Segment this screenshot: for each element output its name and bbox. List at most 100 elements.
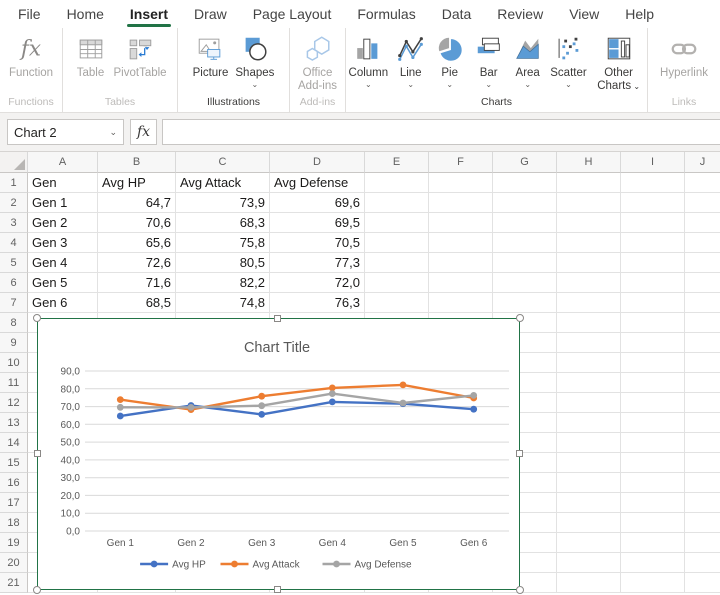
row-header-9[interactable]: 9 [0,333,28,353]
cell-H15[interactable] [557,453,621,473]
cell-B3[interactable]: 70,6 [98,213,176,233]
column-header-E[interactable]: E [365,152,429,173]
chart-resize-handle-bottom-right[interactable] [516,586,524,594]
ribbon-button-other-charts[interactable]: Other Charts ⌄ [590,32,647,93]
cell-J1[interactable] [685,173,720,193]
chevron-down-icon[interactable]: ⌄ [485,81,492,89]
cell-D5[interactable]: 77,3 [270,253,365,273]
cell-E6[interactable] [365,273,429,293]
cell-D7[interactable]: 76,3 [270,293,365,313]
chevron-down-icon[interactable]: ⌄ [407,81,414,89]
chevron-down-icon[interactable]: ⌄ [252,81,259,89]
cell-G3[interactable] [493,213,557,233]
ribbon-button-picture[interactable]: Picture [190,32,232,79]
chart-resize-handle-top-right[interactable] [516,314,524,322]
row-header-14[interactable]: 14 [0,433,28,453]
cell-I12[interactable] [621,393,685,413]
cell-F1[interactable] [429,173,493,193]
tab-page-layout[interactable]: Page Layout [240,0,345,28]
column-header-F[interactable]: F [429,152,493,173]
cell-D3[interactable]: 69,5 [270,213,365,233]
chart-title[interactable]: Chart Title [244,340,310,356]
ribbon-button-shapes[interactable]: Shapes⌄ [232,32,277,89]
cell-E3[interactable] [365,213,429,233]
cell-I21[interactable] [621,573,685,593]
row-header-16[interactable]: 16 [0,473,28,493]
row-header-10[interactable]: 10 [0,353,28,373]
row-header-20[interactable]: 20 [0,553,28,573]
row-header-11[interactable]: 11 [0,373,28,393]
chart-legend[interactable]: Avg HPAvg AttackAvg Defense [140,560,412,571]
cell-H6[interactable] [557,273,621,293]
cell-J6[interactable] [685,273,720,293]
tab-formulas[interactable]: Formulas [344,0,428,28]
column-header-A[interactable]: A [28,152,98,173]
cell-E1[interactable] [365,173,429,193]
cell-F2[interactable] [429,193,493,213]
tab-home[interactable]: Home [54,0,117,28]
cell-A4[interactable]: Gen 3 [28,233,98,253]
cell-A7[interactable]: Gen 6 [28,293,98,313]
column-header-C[interactable]: C [176,152,270,173]
ribbon-button-line[interactable]: Line⌄ [392,32,430,89]
tab-file[interactable]: File [5,0,54,28]
cell-I6[interactable] [621,273,685,293]
cell-G1[interactable] [493,173,557,193]
cell-D2[interactable]: 69,6 [270,193,365,213]
row-header-15[interactable]: 15 [0,453,28,473]
column-header-D[interactable]: D [270,152,365,173]
tab-data[interactable]: Data [429,0,485,28]
cell-G4[interactable] [493,233,557,253]
chart-resize-handle-top-middle[interactable] [274,315,281,322]
cell-J16[interactable] [685,473,720,493]
cell-H10[interactable] [557,353,621,373]
cell-I1[interactable] [621,173,685,193]
cell-D1[interactable]: Avg Defense [270,173,365,193]
cell-J19[interactable] [685,533,720,553]
cell-H5[interactable] [557,253,621,273]
cell-E5[interactable] [365,253,429,273]
cell-J12[interactable] [685,393,720,413]
chart-resize-handle-bottom-left[interactable] [33,586,41,594]
row-header-3[interactable]: 3 [0,213,28,233]
cell-A3[interactable]: Gen 2 [28,213,98,233]
cell-G2[interactable] [493,193,557,213]
chevron-down-icon[interactable]: ⌄ [631,82,640,91]
cell-H2[interactable] [557,193,621,213]
cell-H3[interactable] [557,213,621,233]
chart-object[interactable]: Chart Title0,010,020,030,040,050,060,070… [37,318,520,590]
chart-resize-handle-bottom-middle[interactable] [274,586,281,593]
cell-J14[interactable] [685,433,720,453]
cell-H18[interactable] [557,513,621,533]
row-header-13[interactable]: 13 [0,413,28,433]
cell-A6[interactable]: Gen 5 [28,273,98,293]
cell-I8[interactable] [621,313,685,333]
cell-B6[interactable]: 71,6 [98,273,176,293]
cell-E2[interactable] [365,193,429,213]
cell-J3[interactable] [685,213,720,233]
cell-H20[interactable] [557,553,621,573]
cell-I4[interactable] [621,233,685,253]
cell-I3[interactable] [621,213,685,233]
cell-J20[interactable] [685,553,720,573]
cell-H17[interactable] [557,493,621,513]
cell-F7[interactable] [429,293,493,313]
cell-I14[interactable] [621,433,685,453]
ribbon-button-column[interactable]: Column⌄ [346,32,391,89]
chevron-down-icon[interactable]: ⌄ [109,127,117,138]
cell-I18[interactable] [621,513,685,533]
name-box[interactable]: Chart 2 ⌄ [7,119,124,145]
cell-J5[interactable] [685,253,720,273]
tab-review[interactable]: Review [484,0,556,28]
column-header-B[interactable]: B [98,152,176,173]
cell-F6[interactable] [429,273,493,293]
chevron-down-icon[interactable]: ⌄ [446,81,453,89]
ribbon-button-area[interactable]: Area⌄ [509,32,547,89]
cell-J17[interactable] [685,493,720,513]
cell-J10[interactable] [685,353,720,373]
cell-J11[interactable] [685,373,720,393]
cell-C2[interactable]: 73,9 [176,193,270,213]
cell-J9[interactable] [685,333,720,353]
cell-J18[interactable] [685,513,720,533]
cell-B4[interactable]: 65,6 [98,233,176,253]
